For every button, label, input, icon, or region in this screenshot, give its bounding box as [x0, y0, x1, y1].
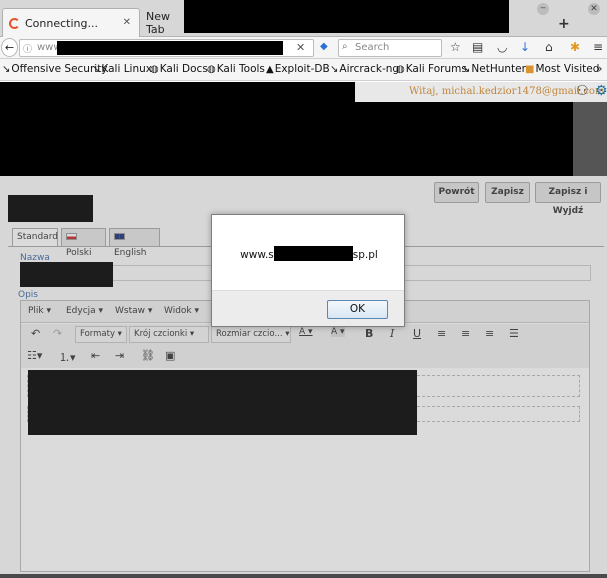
- tab-new-tab[interactable]: New Tab: [140, 8, 186, 37]
- ok-button[interactable]: OK: [327, 300, 388, 319]
- window-minimize-icon[interactable]: ‒: [537, 3, 549, 15]
- redacted-header-right: [355, 102, 573, 176]
- bookmark-kali-linux[interactable]: ↘Kali Linux: [92, 63, 152, 75]
- globe-icon: ◍: [396, 64, 405, 75]
- pocket-icon[interactable]: ◆: [320, 41, 328, 52]
- navigation-toolbar: ← ⓘ www ✕ ◆ ⌕ Search ☆ ▤ ◡ ↓ ⌂ ✱ ≡: [0, 37, 607, 59]
- dialog-message: www.s sp.pl: [212, 246, 406, 261]
- tab-close-icon[interactable]: ✕: [123, 17, 131, 28]
- window-close-icon[interactable]: ✕: [588, 3, 600, 15]
- site-info-icon[interactable]: ⓘ: [23, 42, 32, 55]
- redacted-url: [57, 41, 283, 55]
- tab-label: New Tab: [146, 9, 170, 36]
- redacted-block: [184, 0, 509, 33]
- home-icon[interactable]: ⌂: [545, 40, 553, 54]
- redacted-header: [0, 82, 355, 176]
- window-bottom-border: [0, 574, 607, 578]
- aircrack-icon: ↘: [330, 64, 339, 75]
- folder-icon: ■: [525, 64, 535, 75]
- extension-icon[interactable]: ✱: [570, 40, 580, 54]
- search-icon: ⌕: [342, 41, 348, 52]
- url-bar[interactable]: ⓘ www ✕: [19, 39, 314, 57]
- download-icon[interactable]: ↓: [520, 40, 530, 54]
- menu-hamburger-icon[interactable]: ≡: [593, 40, 603, 54]
- kali-dragon-icon: ↘: [2, 64, 11, 75]
- reading-list-icon[interactable]: ▤: [472, 40, 483, 54]
- loading-spinner-icon: [9, 17, 20, 29]
- globe-icon: ◍: [207, 64, 216, 75]
- user-icon[interactable]: ⚇: [576, 83, 589, 99]
- search-placeholder: Search: [355, 42, 390, 53]
- bookmark-kali-docs[interactable]: ◍Kali Docs: [150, 63, 208, 75]
- url-clear-icon[interactable]: ✕: [296, 41, 305, 54]
- tab-connecting[interactable]: Connecting... ✕: [2, 8, 140, 37]
- tab-label: Connecting...: [25, 16, 98, 30]
- dialog-footer: OK: [212, 290, 404, 326]
- bookmarks-toolbar: ↘Offensive Security ↘Kali Linux ◍Kali Do…: [0, 59, 607, 81]
- back-arrow-icon[interactable]: ←: [1, 38, 18, 57]
- new-tab-plus-icon[interactable]: +: [558, 16, 570, 32]
- bookmarks-more-icon[interactable]: »: [596, 63, 602, 75]
- search-input[interactable]: ⌕ Search: [338, 39, 442, 57]
- globe-icon: ◍: [150, 64, 159, 75]
- bookmark-kali-forums[interactable]: ◍Kali Forums: [396, 63, 467, 75]
- bookmark-aircrack-ng[interactable]: ↘Aircrack-ng: [330, 63, 399, 75]
- user-bar: Witaj, michal.kedzior1478@gmail.com ⚇ ⚙: [355, 82, 607, 102]
- pocket-save-icon[interactable]: ◡: [497, 40, 507, 54]
- bookmark-nethunter[interactable]: ↘NetHunter: [462, 63, 526, 75]
- tab-strip: Connecting... ✕ New Tab + ‒ ✕: [0, 0, 607, 37]
- bookmark-exploit-db[interactable]: ▲Exploit-DB: [266, 63, 330, 75]
- exploit-db-icon: ▲: [266, 64, 274, 75]
- gear-icon[interactable]: ⚙: [595, 83, 607, 99]
- kali-dragon-icon: ↘: [462, 64, 471, 75]
- bookmark-kali-tools[interactable]: ◍Kali Tools: [207, 63, 265, 75]
- bookmark-most-visited[interactable]: ■Most Visited: [525, 63, 599, 75]
- kali-dragon-icon: ↘: [92, 64, 101, 75]
- alert-dialog: www.s sp.pl OK: [211, 214, 405, 327]
- redacted-domain: [273, 246, 353, 261]
- header-dark-panel: [573, 102, 607, 176]
- bookmark-star-icon[interactable]: ☆: [450, 40, 461, 54]
